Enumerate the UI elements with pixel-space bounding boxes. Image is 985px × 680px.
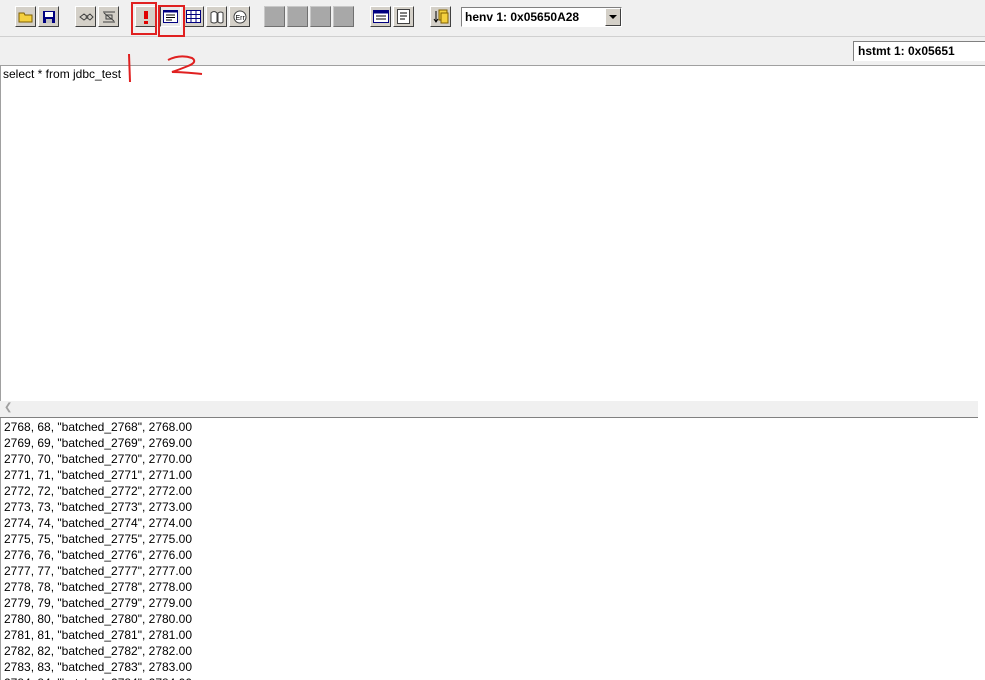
disabled-2: [287, 6, 308, 27]
chevron-left-icon[interactable]: ❮: [4, 402, 12, 413]
result-row: 2773, 73, "batched_2773", 2773.00: [4, 500, 193, 514]
result-row: 2783, 83, "batched_2783", 2783.00: [4, 660, 193, 674]
henv-select[interactable]: henv 1: 0x05650A28: [461, 7, 622, 27]
disconnect-icon[interactable]: [98, 6, 119, 27]
clear-icon[interactable]: [206, 6, 227, 27]
fetch-icon[interactable]: [430, 6, 451, 27]
hstmt-select[interactable]: hstmt 1: 0x05651: [853, 41, 985, 61]
result-row: 2768, 68, "batched_2768", 2768.00: [4, 420, 193, 434]
page-icon[interactable]: [393, 6, 414, 27]
highlight-execute: [131, 2, 157, 35]
errors-icon[interactable]: Err: [229, 6, 250, 27]
result-row: 2782, 82, "batched_2782", 2782.00: [4, 644, 193, 658]
open-folder-icon[interactable]: [15, 6, 36, 27]
result-row: 2779, 79, "batched_2779", 2779.00: [4, 596, 193, 610]
svg-text:Err: Err: [235, 15, 245, 22]
result-row: 2772, 72, "batched_2772", 2772.00: [4, 484, 193, 498]
window-icon[interactable]: [370, 6, 391, 27]
handwritten-annotations: [128, 53, 203, 83]
connect-icon[interactable]: [75, 6, 96, 27]
sql-text: select * from jdbc_test: [3, 67, 122, 81]
result-row: 2781, 81, "batched_2781", 2781.00: [4, 628, 193, 642]
result-row: 2769, 69, "batched_2769", 2769.00: [4, 436, 193, 450]
result-row: 2780, 80, "batched_2780", 2780.00: [4, 612, 193, 626]
save-icon[interactable]: [38, 6, 59, 27]
annotation-mark-2: [167, 55, 203, 75]
result-row: 2777, 77, "batched_2777", 2777.00: [4, 564, 193, 578]
result-row: 2771, 71, "batched_2771", 2771.00: [4, 468, 193, 482]
disabled-3: [310, 6, 331, 27]
result-row: 2776, 76, "batched_2776", 2776.00: [4, 548, 193, 562]
results-pane: 2768, 68, "batched_2768", 2768.00 2769, 6…: [0, 418, 985, 680]
result-row: 2774, 74, "batched_2774", 2774.00: [4, 516, 193, 530]
highlight-text-results: [158, 5, 185, 37]
result-row: 2784, 84, "batched_2784", 2784.00: [4, 675, 192, 680]
result-row: 2778, 78, "batched_2778", 2778.00: [4, 580, 193, 594]
sql-editor[interactable]: select * from jdbc_test: [0, 66, 979, 401]
disabled-1: [264, 6, 285, 27]
hstmt-value: hstmt 1: 0x05651: [858, 44, 955, 58]
result-row: 2770, 70, "batched_2770", 2770.00: [4, 452, 193, 466]
editor-scrollbar[interactable]: ❮: [0, 401, 978, 418]
chevron-down-icon[interactable]: [605, 8, 621, 26]
annotation-mark-1: [128, 53, 131, 83]
henv-value: henv 1: 0x05650A28: [465, 10, 580, 24]
result-row: 2775, 75, "batched_2775", 2775.00: [4, 532, 193, 546]
grid-results-icon[interactable]: [183, 6, 204, 27]
disabled-4: [333, 6, 354, 27]
